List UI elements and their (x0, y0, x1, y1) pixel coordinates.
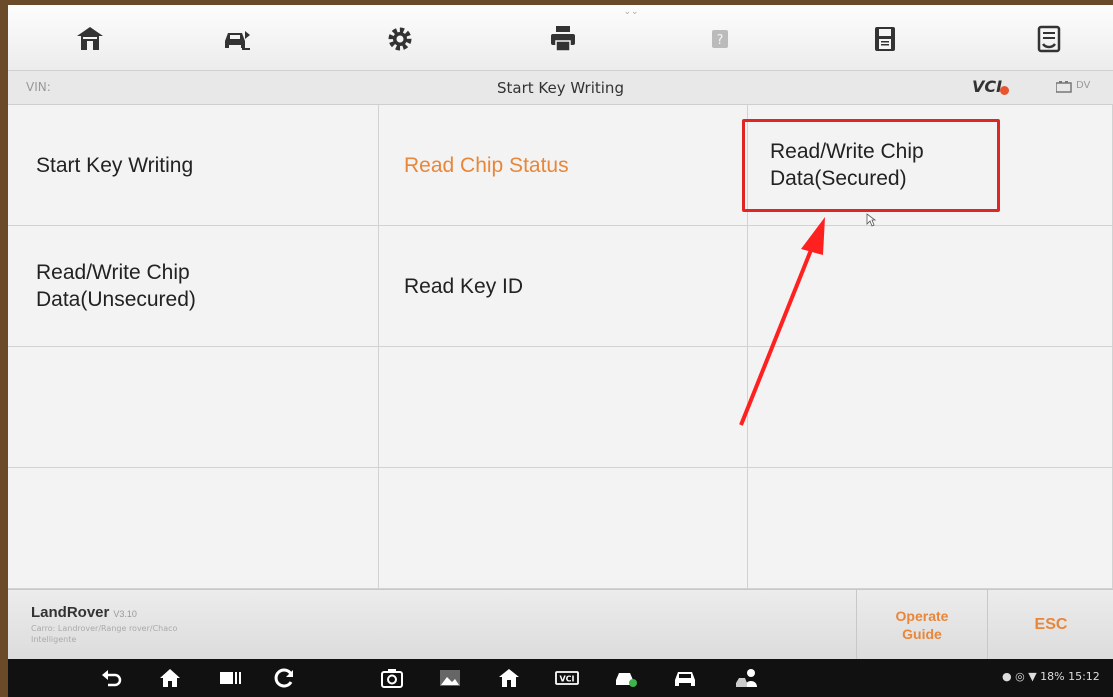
recent-apps-icon (220, 672, 241, 684)
vehicle-swap-button[interactable] (216, 19, 256, 59)
battery-time: 18% 15:12 (1040, 670, 1100, 683)
help-button[interactable]: ? (700, 19, 740, 59)
esc-button[interactable]: ESC (987, 590, 1113, 660)
back-button[interactable] (98, 665, 126, 691)
esc-label: ESC (1034, 616, 1068, 633)
diag-home-icon (499, 669, 519, 687)
message-icon: ● ◎ ▼ (1002, 670, 1037, 683)
menu-item-label: Start Key Writing (36, 153, 194, 177)
mouse-cursor-icon (866, 213, 876, 227)
menu-item-label: Read/Write Chip Data(Unsecured) (36, 261, 196, 311)
vci-status: VCI (972, 77, 1003, 96)
android-navigation-bar: VCI ● ◎ ▼ 18% 15:12 (8, 659, 1113, 697)
menu-item-read-write-chip-data-unsecured[interactable]: Read/Write Chip Data(Unsecured) (8, 226, 379, 347)
refresh-button[interactable] (270, 665, 298, 691)
settings-button[interactable] (380, 19, 420, 59)
vci-button[interactable]: VCI (553, 665, 581, 691)
svg-text:?: ? (717, 33, 724, 48)
pull-down-handle-icon[interactable]: ⌄⌄ (620, 7, 642, 17)
empty-cell (8, 347, 379, 468)
vci-icon: VCI (555, 671, 579, 685)
svg-text:VCI: VCI (559, 675, 574, 684)
vehicle-icon (675, 672, 695, 686)
vci-connection-dot-icon (1000, 86, 1009, 95)
save-icon (875, 27, 895, 51)
vehicle-check-button[interactable] (612, 665, 640, 691)
refresh-icon (274, 668, 293, 688)
home-button[interactable] (70, 19, 110, 59)
print-icon (551, 26, 575, 52)
gallery-button[interactable] (436, 665, 464, 691)
screenshot-button[interactable] (378, 665, 406, 691)
help-icon: ? (712, 30, 728, 48)
empty-cell (379, 347, 748, 468)
empty-cell (379, 468, 748, 589)
home-icon (77, 27, 103, 50)
operate-guide-button[interactable]: Operate Guide (856, 590, 987, 660)
home-nav-icon (160, 669, 180, 687)
empty-cell (748, 468, 1113, 589)
menu-item-start-key-writing[interactable]: Start Key Writing (8, 105, 379, 226)
vehicle-swap-icon (225, 31, 250, 50)
software-version: V3.10 (113, 609, 137, 619)
empty-cell (8, 468, 379, 589)
report-icon (1037, 25, 1061, 53)
technician-button[interactable] (733, 665, 761, 691)
vehicle-button[interactable] (671, 665, 699, 691)
vehicle-check-icon (616, 673, 637, 687)
technician-icon (736, 669, 757, 687)
status-bar-text: ● ◎ ▼ 18% 15:12 (1002, 670, 1100, 683)
menu-item-read-chip-status[interactable]: Read Chip Status (379, 105, 748, 226)
report-button[interactable] (1029, 19, 1069, 59)
recent-apps-button[interactable] (216, 665, 244, 691)
gallery-icon (440, 670, 460, 686)
vehicle-brand: LandRover V3.10 (31, 604, 137, 621)
menu-item-label: Read Key ID (404, 274, 524, 298)
red-arrow-icon (739, 217, 825, 426)
page-title: Start Key Writing (497, 79, 624, 97)
print-button[interactable] (543, 19, 583, 59)
back-arrow-icon (102, 670, 122, 687)
vehicle-path: Carro: Landrover/Range rover/Chaco (31, 624, 178, 633)
menu-item-label: Read Chip Status (404, 153, 569, 177)
vehicle-info-bar: LandRover V3.10 Carro: Landrover/Range ro… (8, 589, 1113, 660)
vehicle-subpath: Intelligente (31, 635, 77, 644)
battery-voltage: DV (1076, 80, 1091, 91)
home-nav-button[interactable] (156, 665, 184, 691)
operate-guide-label: Operate Guide (895, 608, 949, 642)
title-bar: VIN: Start Key Writing VCI DV (8, 71, 1113, 105)
diagnostic-screen: ⌄⌄ ? VIN: Start Key Writing VCI DV Start… (8, 5, 1113, 697)
camera-icon (381, 669, 403, 688)
menu-item-read-key-id[interactable]: Read Key ID (379, 226, 748, 347)
brand-name: LandRover (31, 604, 110, 621)
top-toolbar: ⌄⌄ ? (8, 5, 1113, 71)
save-button[interactable] (865, 19, 905, 59)
diag-home-button[interactable] (495, 665, 523, 691)
highlight-box (742, 119, 1000, 212)
settings-gear-icon (388, 27, 412, 51)
